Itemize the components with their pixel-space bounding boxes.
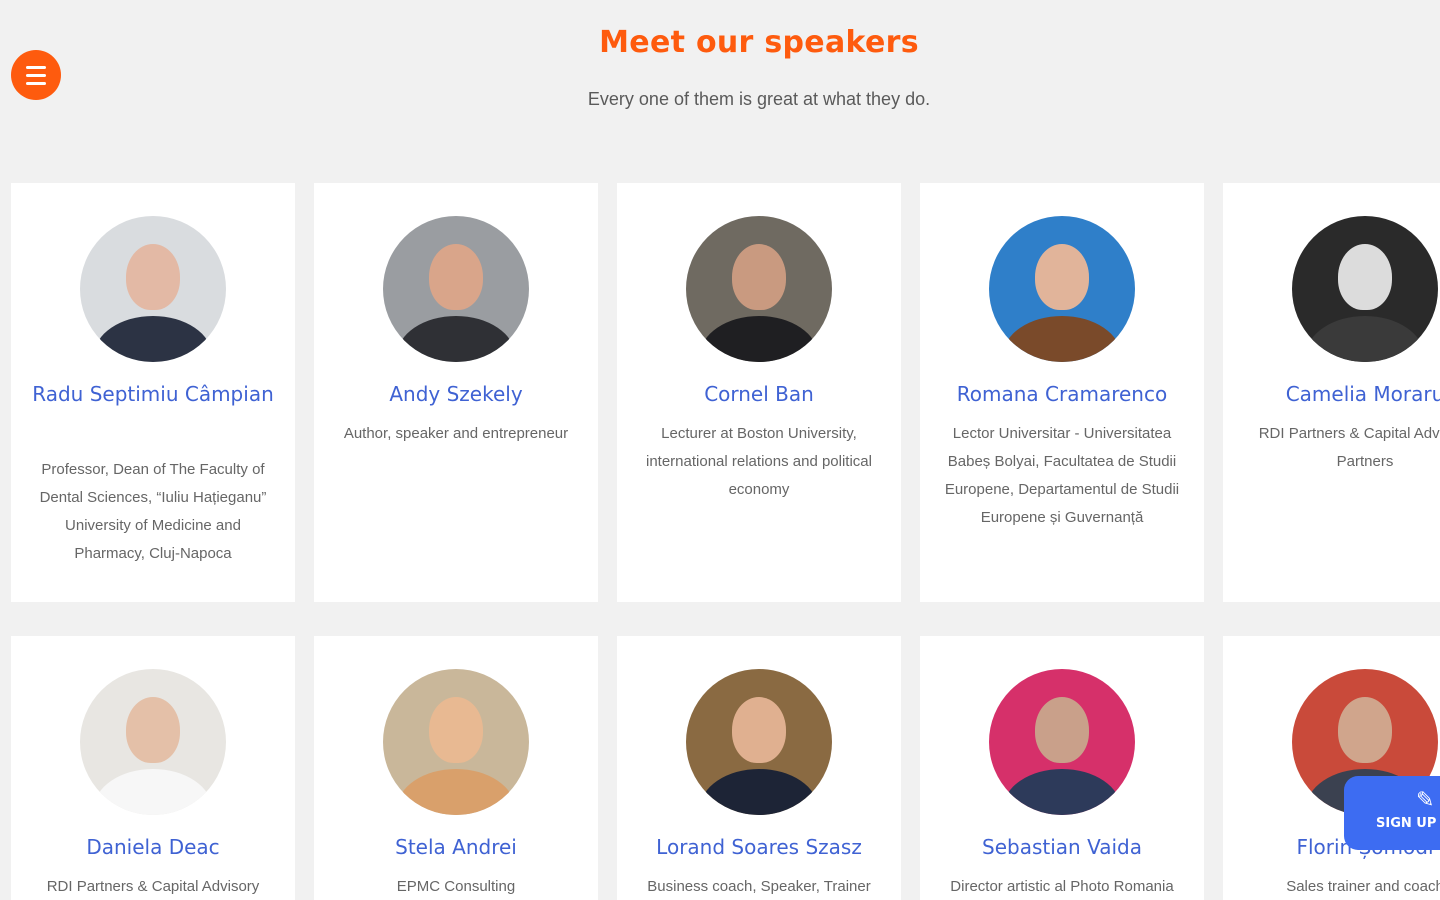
sign-up-label: SIGN UP NOW	[1376, 816, 1440, 831]
speaker-card[interactable]: Daniela Deac RDI Partners & Capital Advi…	[11, 636, 295, 900]
speaker-role: EPMC Consulting	[396, 878, 516, 895]
speaker-name[interactable]: Camelia Moraru	[1235, 376, 1440, 412]
speaker-photo	[383, 216, 529, 362]
speaker-card[interactable]: Lorand Soares Szasz Business coach, Spea…	[617, 636, 901, 900]
speaker-photo	[686, 669, 832, 815]
page-subtitle: Every one of them is great at what they …	[587, 89, 931, 109]
speaker-card[interactable]: Radu Septimiu Câmpian Professor, Dean of…	[11, 183, 295, 602]
speaker-card[interactable]: Stela Andrei EPMC Consulting	[314, 636, 598, 900]
speaker-role: Lecturer at Boston University, internati…	[646, 425, 872, 498]
speaker-card[interactable]: Sebastian Vaida Director artistic al Pho…	[920, 636, 1204, 900]
speaker-photo	[383, 669, 529, 815]
speaker-card[interactable]: Florin Șomodi Sales trainer and coach	[1223, 636, 1440, 900]
speaker-card[interactable]: Romana Cramarenco Lector Universitar - U…	[920, 183, 1204, 602]
speaker-role: RDI Partners & Capital Advisory Partners	[1258, 425, 1440, 470]
speaker-role: Director artistic al Photo Romania	[950, 878, 1174, 895]
speaker-name[interactable]: Romana Cramarenco	[932, 376, 1192, 412]
speaker-card[interactable]: Andy Szekely Author, speaker and entrepr…	[314, 183, 598, 602]
speaker-photo	[1292, 216, 1438, 362]
pencil-icon: ✎	[1416, 788, 1435, 813]
speaker-role: Business coach, Speaker, Trainer	[647, 878, 871, 895]
menu-line	[26, 65, 46, 69]
menu-line	[26, 81, 46, 85]
speaker-photo	[989, 669, 1135, 815]
speaker-role: Professor, Dean of The Faculty of Dental…	[39, 461, 267, 562]
page-title: Meet our speakers	[599, 25, 919, 60]
page: Meet our speakers Every one of them is g…	[0, 0, 1440, 900]
speaker-name[interactable]: Lorand Soares Szasz	[629, 829, 889, 865]
speaker-photo	[989, 216, 1135, 362]
speaker-card[interactable]: Cornel Ban Lecturer at Boston University…	[617, 183, 901, 602]
menu-line	[26, 73, 46, 77]
speaker-role: Author, speaker and entrepreneur	[343, 425, 569, 442]
speaker-name[interactable]: Daniela Deac	[23, 829, 283, 865]
speaker-photo	[686, 216, 832, 362]
speaker-role: RDI Partners & Capital Advisory	[46, 878, 260, 895]
speaker-role: Lector Universitar - Universitatea Babeș…	[944, 425, 1180, 526]
speaker-photo	[80, 669, 226, 815]
speaker-name[interactable]: Cornel Ban	[629, 376, 889, 412]
speaker-card[interactable]: Camelia Moraru RDI Partners & Capital Ad…	[1223, 183, 1440, 602]
speaker-photo	[80, 216, 226, 362]
sign-up-button[interactable]: ✎ SIGN UP NOW	[1344, 776, 1440, 850]
speaker-name[interactable]: Sebastian Vaida	[932, 829, 1192, 865]
speaker-name[interactable]: Radu Septimiu Câmpian	[23, 376, 283, 412]
speaker-role: Sales trainer and coach	[1286, 878, 1440, 895]
speaker-name[interactable]: Stela Andrei	[326, 829, 586, 865]
speaker-name[interactable]: Andy Szekely	[326, 376, 586, 412]
